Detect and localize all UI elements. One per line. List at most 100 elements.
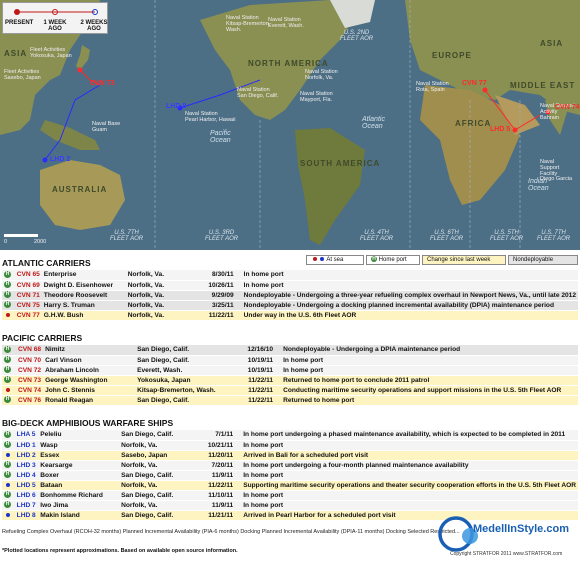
hull-number: CVN 71 [14, 290, 42, 301]
home-port: Norfolk, Va. [119, 440, 206, 451]
amphib-table: H LHA 5 Peleliu San Diego, Calif. 7/1/11 In h… [2, 430, 578, 521]
home-port: Kitsap-Bremerton, Wash. [135, 385, 246, 396]
ship-name: Bataan [38, 480, 120, 491]
table-row: H CVN 75 Harry S. Truman Norfolk, Va. 3/25/1… [2, 300, 578, 311]
status: In home port undergoing a phased mainten… [241, 430, 578, 441]
date: 7/20/11 [205, 460, 242, 471]
table-row: H LHD 7 Iwo Jima Norfolk, Va. 11/9/11 In home… [2, 500, 578, 511]
status: Returned to home port to conclude 2011 p… [281, 375, 578, 386]
hull-number: CVN 70 [16, 355, 44, 366]
legend-one-week: 1 WEEK AGO [43, 20, 67, 32]
legend-track-sample [14, 9, 98, 15]
key-change: Change since last week [422, 255, 506, 265]
home-port-icon: H [4, 441, 11, 449]
date: 10/21/11 [205, 440, 242, 451]
home-port: Sasebo, Japan [119, 450, 206, 461]
home-port-icon: H [4, 491, 11, 499]
label-7th-fleet: U.S. 7TH FLEET AOR [110, 230, 144, 243]
ship-name: Makin Island [38, 510, 120, 521]
atlantic-table: H CVN 65 Enterprise Norfolk, Va. 8/30/11 In h… [2, 270, 578, 321]
hull-number: CVN 69 [14, 280, 42, 291]
label-north-america: NORTH AMERICA [248, 59, 329, 68]
table-row: LHD 5 Bataan Norfolk, Va. 11/22/11 Supportin… [2, 480, 578, 491]
home-port-icon: H [4, 291, 11, 299]
ship-name: Boxer [38, 470, 120, 481]
hull-number: CVN 73 [16, 375, 44, 386]
key-at-sea: At sea [306, 255, 364, 265]
home-port-icon: H [4, 471, 11, 479]
home-port-icon: H [4, 431, 11, 439]
label-africa: AFRICA [455, 119, 492, 128]
home-port: San Diego, Calif. [119, 470, 206, 481]
table-row: CVN 77 G.H.W. Bush Norfolk, Va. 11/22/11 Und… [2, 310, 578, 321]
table-row: H CVN 73 George Washington Yokosuka, Japan 1… [2, 375, 578, 386]
ship-name: Nimitz [43, 345, 136, 356]
table-row: H LHA 5 Peleliu San Diego, Calif. 7/1/11 In h… [2, 430, 578, 441]
home-port-icon: H [4, 366, 11, 374]
table-row: H CVN 76 Ronald Reagan San Diego, Calif. 11/… [2, 395, 578, 406]
ship-name: John C. Stennis [43, 385, 136, 396]
hull-number: LHD 2 [14, 450, 39, 461]
place-yokosuka: Fleet Activities Yokosuka, Japan [30, 47, 72, 59]
home-port: Norfolk, Va. [125, 290, 206, 301]
ship-name: Essex [38, 450, 120, 461]
ship-name: Harry S. Truman [41, 300, 126, 311]
home-port-icon: H [4, 396, 11, 404]
hull-number: CVN 76 [16, 395, 44, 406]
place-norfolk: Naval Station Norfolk, Va. [305, 69, 338, 81]
table-row: H LHD 3 Kearsarge Norfolk, Va. 7/20/11 In hom… [2, 460, 578, 471]
watermark-text: MedellInStyle.com [473, 523, 569, 535]
date: 3/25/11 [205, 300, 242, 311]
hull-number: CVN 72 [16, 365, 44, 376]
status: Arrived in Bali for a scheduled port vis… [241, 450, 578, 461]
table-row: H LHD 4 Boxer San Diego, Calif. 11/9/11 In ho… [2, 470, 578, 481]
date: 12/16/10 [245, 345, 282, 356]
at-sea-icon [5, 387, 10, 392]
date: 10/19/11 [245, 365, 282, 376]
label-south-america: SOUTH AMERICA [300, 159, 381, 168]
cvn73-marker [77, 67, 83, 73]
date: 11/22/11 [205, 310, 242, 321]
status: Conducting maritime security operations … [281, 385, 578, 396]
ship-name: G.H.W. Bush [41, 310, 126, 321]
at-sea-icon [5, 482, 10, 487]
date: 11/10/11 [205, 490, 242, 501]
status: Nondeployable - Undergoing a docking pla… [241, 300, 578, 311]
home-port-icon: H [4, 281, 11, 289]
hull-number: LHA 5 [14, 430, 39, 441]
label-2nd-fleet: U.S. 2ND FLEET AOR [340, 30, 374, 43]
world-map [0, 0, 580, 250]
ship-lhd8: LHD 8 [166, 103, 187, 110]
place-guam: Naval Base Guam [92, 121, 121, 133]
key-nondeployable: Nondeployable [508, 255, 578, 265]
home-port: Yokosuka, Japan [135, 375, 246, 386]
at-sea-icon [5, 512, 10, 517]
date: 11/9/11 [205, 500, 242, 511]
date: 11/22/11 [205, 480, 242, 491]
status: Supporting maritime security operations … [241, 480, 578, 491]
home-port-icon: H [4, 356, 11, 364]
home-port: San Diego, Calif. [119, 430, 206, 441]
hull-number: LHD 7 [14, 500, 39, 511]
status: Returned to home port [281, 395, 578, 406]
status: Nondeployable - Undergoing a DPIA mainte… [281, 345, 578, 356]
key-home-port: H Home port [366, 255, 420, 265]
status: In home port [241, 270, 578, 281]
ship-lhd5: LHD 5 [490, 126, 511, 133]
table-row: H CVN 68 Nimitz San Diego, Calif. 12/16/10 No… [2, 345, 578, 356]
home-port: Everett, Wash. [135, 365, 246, 376]
home-port-icon: H [4, 501, 11, 509]
hull-number: LHD 1 [14, 440, 39, 451]
table-row: H LHD 6 Bonhomme Richard San Diego, Calif. 1… [2, 490, 578, 501]
ship-name: Theodore Roosevelt [41, 290, 126, 301]
table-row: H CVN 72 Abraham Lincoln Everett, Wash. 10/1… [2, 365, 578, 376]
status: In home port [241, 470, 578, 481]
label-asia-west: ASIA [4, 49, 28, 58]
date: 11/20/11 [205, 450, 242, 461]
ship-lhd2: LHD 2 [50, 156, 71, 163]
footer-legend: Refueling Complex Overhaul (RCOH-32 mont… [2, 529, 460, 535]
table-row: LHD 2 Essex Sasebo, Japan 11/20/11 Arrived i… [2, 450, 578, 461]
lhd5-marker [512, 127, 518, 133]
place-mayport: Naval Station Mayport, Fla. [300, 91, 333, 103]
date: 11/9/11 [205, 470, 242, 481]
